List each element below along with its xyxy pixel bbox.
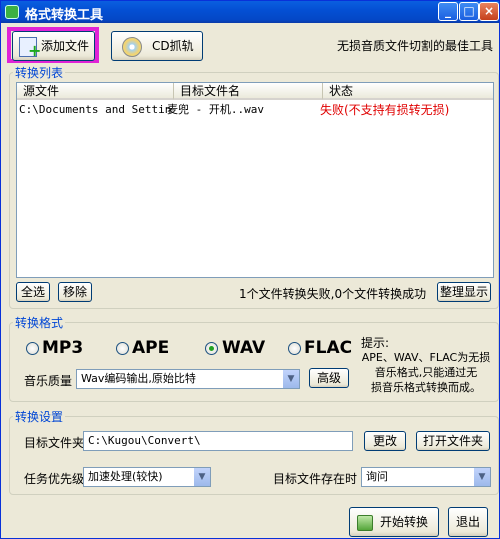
cd-rip-label: CD抓轨: [152, 39, 194, 53]
row-target: 麦兜 - 开机..wav: [167, 103, 264, 116]
list-row[interactable]: C:\Documents and Settin... 麦兜 - 开机..wav …: [17, 102, 493, 118]
format-option-label: MP3: [42, 338, 84, 358]
app-icon: [5, 5, 19, 19]
column-header-source[interactable]: 源文件: [17, 83, 174, 100]
target-folder-label: 目标文件夹: [24, 436, 85, 450]
radio-ape[interactable]: [116, 342, 129, 355]
conversion-settings-label: 转换设置: [13, 408, 66, 425]
priority-label: 任务优先级: [24, 472, 85, 486]
cd-rip-button[interactable]: CD抓轨: [111, 31, 203, 61]
advanced-button[interactable]: 高级: [309, 368, 349, 388]
priority-select[interactable]: 加速处理(较快) ▼: [83, 467, 211, 487]
file-exists-select[interactable]: 询问 ▼: [361, 467, 491, 487]
maximize-button[interactable]: □: [459, 2, 479, 21]
start-icon: [357, 515, 373, 531]
hint-title: 提示:: [361, 336, 390, 350]
column-header-status[interactable]: 状态: [323, 83, 493, 100]
target-folder-input[interactable]: C:\Kugou\Convert\: [83, 431, 353, 451]
hint-line: APE、WAV、FLAC为无损: [361, 351, 491, 364]
radio-wav[interactable]: [205, 342, 218, 355]
format-option-label: APE: [132, 338, 170, 358]
quality-value: Wav编码输出,原始比特: [81, 372, 196, 385]
minimize-button[interactable]: _: [438, 2, 458, 21]
select-all-button[interactable]: 全选: [16, 282, 50, 302]
title-bar[interactable]: 格式转换工具 _ □ ×: [1, 1, 499, 23]
remove-button[interactable]: 移除: [58, 282, 92, 302]
conversion-format-label: 转换格式: [13, 314, 66, 331]
tidy-display-button[interactable]: 整理显示: [437, 282, 491, 302]
add-file-icon: [19, 37, 41, 58]
chevron-down-icon[interactable]: ▼: [473, 468, 490, 486]
hint-text: APE、WAV、FLAC为无损 音乐格式,只能通过无 损音乐格式转换而成。: [357, 350, 495, 395]
conversion-list[interactable]: 源文件 目标文件名 状态 C:\Documents and Settin... …: [16, 82, 494, 278]
file-exists-value: 询问: [366, 470, 388, 483]
row-status: 失败(不支持有损转无损): [320, 103, 450, 117]
conversion-summary: 1个文件转换失败,0个文件转换成功: [239, 287, 427, 301]
tagline: 无损音质文件切割的最佳工具: [337, 39, 494, 53]
format-option-label: WAV: [222, 338, 266, 358]
start-convert-button[interactable]: 开始转换: [349, 507, 439, 537]
hint-line: 音乐格式,只能通过无: [374, 366, 478, 379]
radio-flac[interactable]: [288, 342, 301, 355]
exit-button[interactable]: 退出: [448, 507, 488, 537]
chevron-down-icon[interactable]: ▼: [193, 468, 210, 486]
row-source: C:\Documents and Settin...: [19, 103, 171, 116]
open-folder-button[interactable]: 打开文件夹: [416, 431, 490, 451]
hint-line: 损音乐格式转换而成。: [371, 381, 481, 394]
conversion-list-label: 转换列表: [13, 64, 66, 81]
file-exists-label: 目标文件存在时: [273, 472, 358, 486]
format-option-label: FLAC: [304, 338, 353, 358]
close-button[interactable]: ×: [479, 2, 499, 21]
start-convert-label: 开始转换: [380, 515, 429, 529]
quality-label: 音乐质量: [24, 374, 73, 388]
change-folder-button[interactable]: 更改: [364, 431, 406, 451]
quality-select[interactable]: Wav编码输出,原始比特 ▼: [76, 369, 300, 389]
priority-value: 加速处理(较快): [88, 470, 163, 483]
chevron-down-icon[interactable]: ▼: [282, 370, 299, 388]
list-header: 源文件 目标文件名 状态: [17, 83, 493, 100]
add-file-label: 添加文件: [41, 39, 90, 53]
radio-mp3[interactable]: [26, 342, 39, 355]
cd-icon: [122, 37, 142, 57]
window-title: 格式转换工具: [25, 8, 104, 23]
column-header-target[interactable]: 目标文件名: [174, 83, 323, 100]
add-file-button[interactable]: 添加文件: [12, 31, 95, 61]
format-converter-window: 格式转换工具 _ □ × 添加文件 CD抓轨 无损音质文件切割的最佳工具 转换列…: [0, 0, 500, 539]
